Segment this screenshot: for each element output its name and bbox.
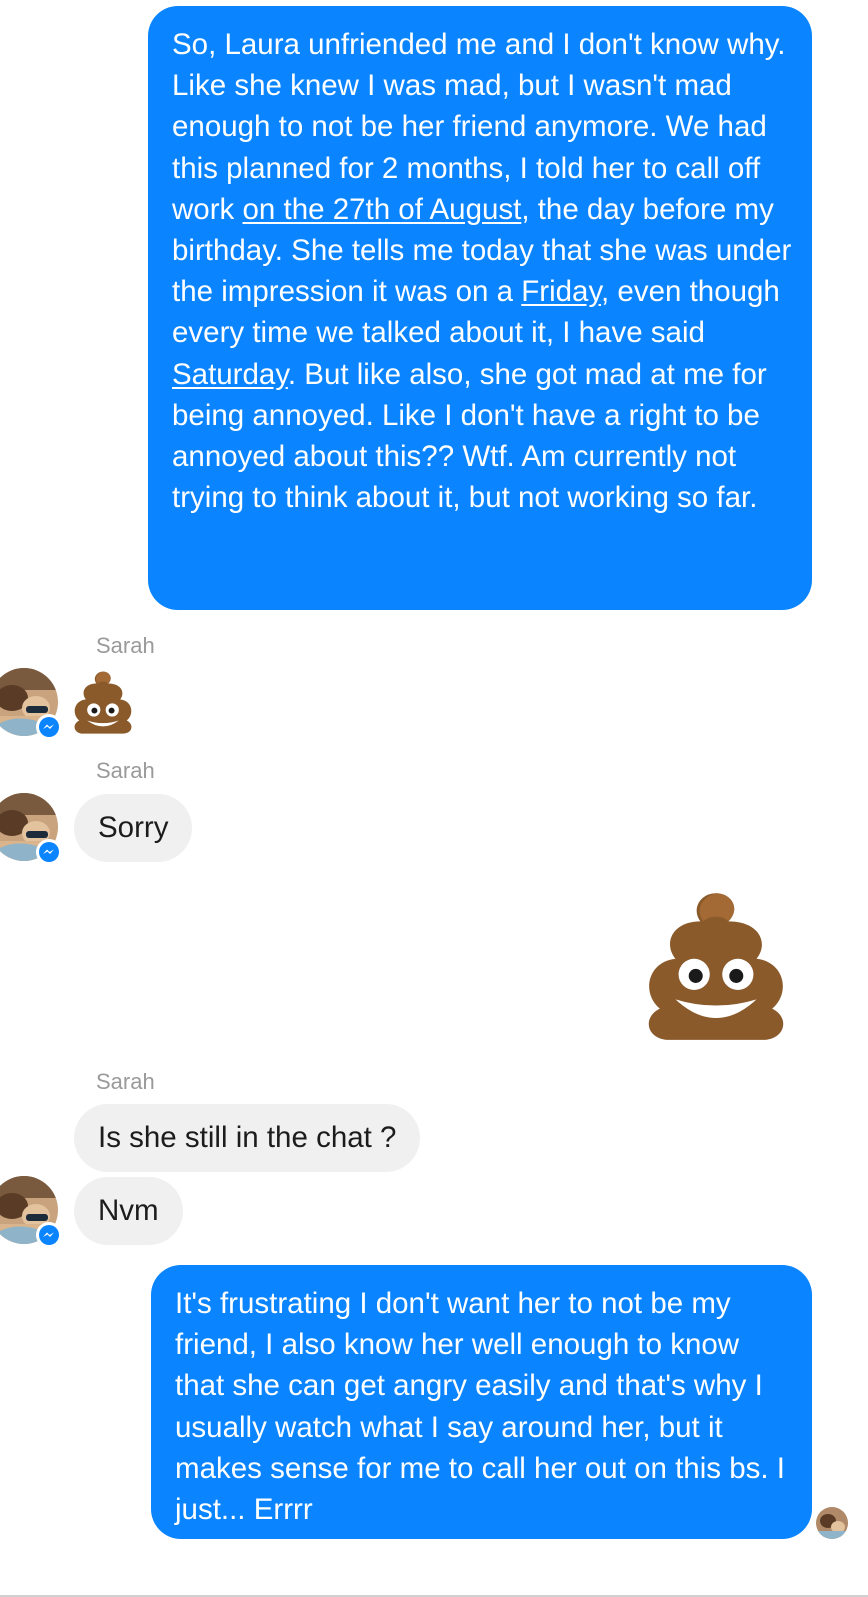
messenger-icon bbox=[36, 839, 62, 865]
outgoing-message-bubble[interactable]: So, Laura unfriended me and I don't know… bbox=[148, 6, 812, 610]
avatar[interactable] bbox=[0, 668, 62, 740]
message-text-segment: Saturday bbox=[172, 357, 288, 391]
message-text-segment: on the 27th of August bbox=[242, 192, 522, 226]
avatar[interactable] bbox=[0, 793, 62, 865]
sender-name: Sarah bbox=[96, 758, 155, 783]
sender-name: Sarah bbox=[96, 633, 155, 658]
incoming-message-bubble[interactable]: Sorry bbox=[74, 794, 193, 862]
pile-of-poo-icon[interactable] bbox=[638, 886, 794, 1044]
pile-of-poo-icon[interactable] bbox=[70, 668, 136, 736]
read-receipt-avatar bbox=[816, 1507, 848, 1539]
message-text-segment: Friday bbox=[521, 275, 602, 309]
outgoing-message-bubble[interactable]: It's frustrating I don't want her to not… bbox=[151, 1265, 812, 1539]
message-text-segment: It's frustrating I don't want her to not… bbox=[175, 1287, 785, 1527]
messenger-icon bbox=[36, 714, 62, 740]
incoming-message-bubble[interactable]: Is she still in the chat ? bbox=[74, 1104, 421, 1172]
sender-name: Sarah bbox=[96, 1069, 155, 1094]
incoming-message-bubble[interactable]: Nvm bbox=[74, 1177, 183, 1245]
avatar[interactable] bbox=[0, 1176, 62, 1248]
messenger-icon bbox=[36, 1222, 62, 1248]
